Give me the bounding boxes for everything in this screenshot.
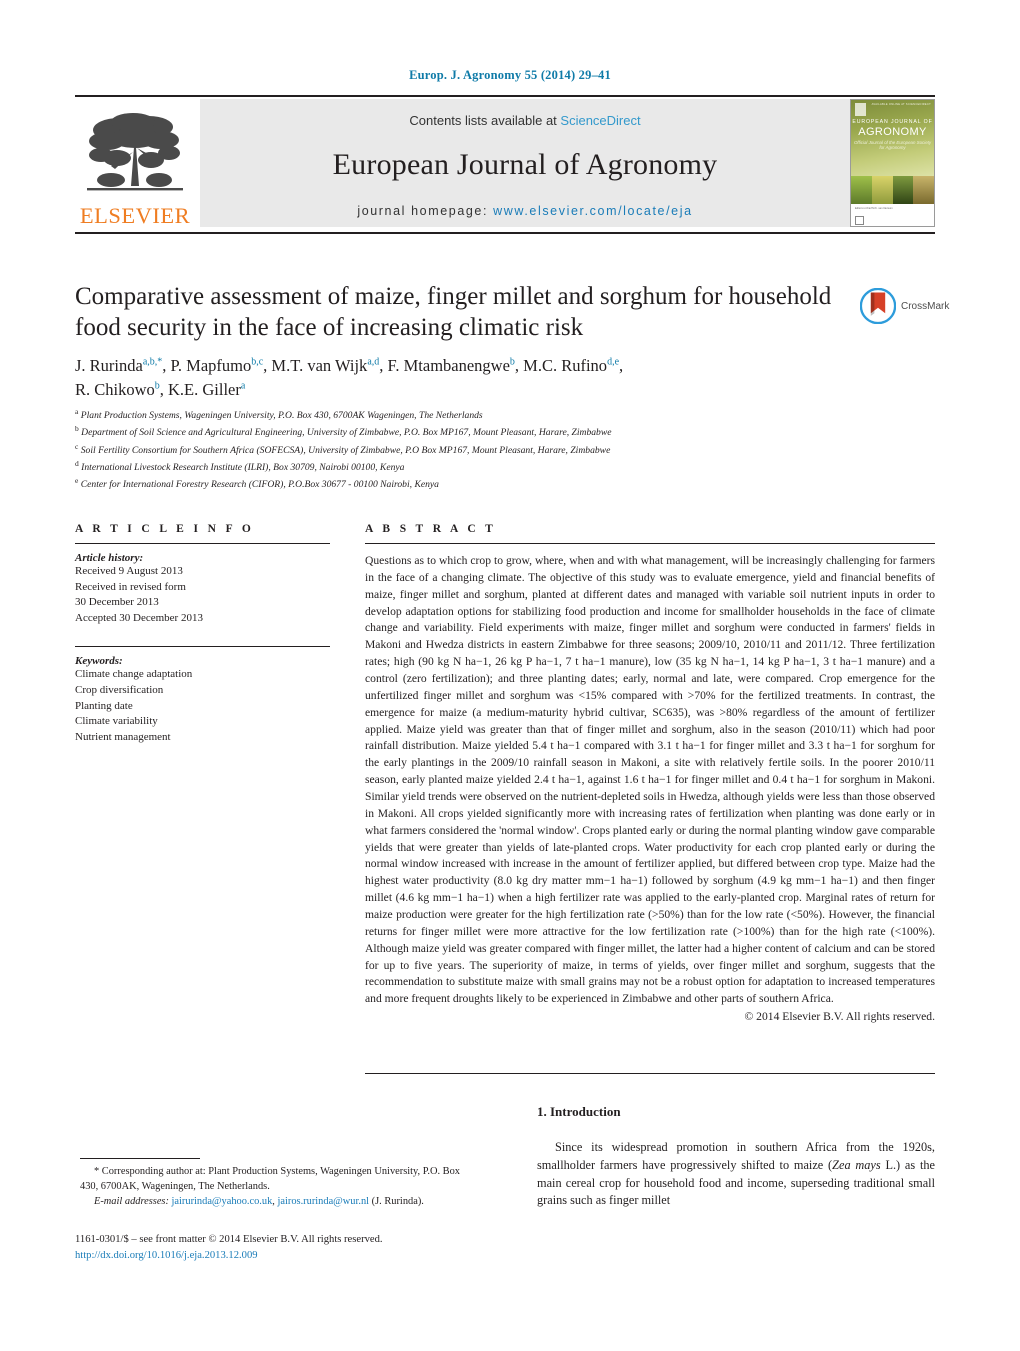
author-7-marks: a [240, 380, 246, 392]
cover-photo-4 [913, 176, 934, 204]
abstract-rule [365, 543, 935, 544]
cover-elsevier-icon [855, 103, 866, 116]
author-5: M.C. Rufinod,e [523, 356, 620, 375]
author-2: P. Mapfumob,c [170, 356, 264, 375]
introduction-heading: 1. Introduction [537, 1104, 621, 1119]
paper-page: Europ. J. Agronomy 55 (2014) 29–41 ELSEV… [0, 0, 1020, 1351]
crossmark-icon [860, 288, 896, 324]
abstract-copyright: © 2014 Elsevier B.V. All rights reserved… [744, 1010, 935, 1024]
history-item-3: 30 December 2013 [75, 596, 159, 609]
email-line: E-mail addresses: jairurinda@yahoo.co.uk… [94, 1195, 424, 1207]
page-title: Comparative assessment of maize, finger … [75, 283, 832, 342]
affiliation-list: a Plant Production Systems, Wageningen U… [75, 406, 935, 493]
keyword-3: Planting date [75, 699, 133, 712]
article-info-column: A R T I C L E I N F O Article history: R… [75, 523, 330, 745]
cover-photo-1 [851, 176, 872, 204]
corresponding-author-text: * Corresponding author at: Plant Product… [80, 1166, 460, 1192]
author-1-marks: a,b,* [142, 356, 163, 368]
history-item-2: Received in revised form [75, 580, 186, 593]
cover-photo-strip [851, 176, 934, 204]
article-history-label: Article history: [75, 552, 144, 564]
affiliation-b: b Department of Soil Science and Agricul… [75, 424, 612, 439]
author-1: J. Rurindaa,b,* [75, 356, 163, 375]
cover-bottom: Editor-in-Chief M.K. van Ittersum [851, 204, 934, 226]
history-item-1: Received 9 August 2013 [75, 565, 183, 577]
author-2-marks: b,c [251, 356, 264, 368]
article-info-heading: A R T I C L E I N F O [75, 523, 255, 535]
cover-photo-2 [871, 176, 893, 204]
email-link-1[interactable]: jairurinda@yahoo.co.uk [172, 1196, 273, 1207]
author-7: K.E. Gillera [168, 379, 246, 399]
keyword-5: Nutrient management [75, 730, 171, 743]
abstract-text: Questions as to which crop to grow, wher… [365, 554, 935, 1006]
cover-top: AVAILABLE ONLINE AT SCIENCEDIRECT EUROPE… [851, 100, 934, 176]
masthead-top-rule [75, 95, 935, 97]
masthead-bottom-rule [75, 232, 935, 234]
running-head: Europ. J. Agronomy 55 (2014) 29–41 [409, 68, 611, 82]
author-5-marks: d,e [607, 356, 620, 368]
footnote-rule [80, 1158, 200, 1159]
keyword-2: Crop diversification [75, 684, 164, 697]
crossmark-badge[interactable]: CrossMark [860, 284, 960, 328]
doi-link[interactable]: http://dx.doi.org/10.1016/j.eja.2013.12.… [75, 1248, 545, 1264]
journal-cover-thumbnail[interactable]: AVAILABLE ONLINE AT SCIENCEDIRECT EUROPE… [850, 99, 935, 227]
affiliation-d: d International Livestock Research Insti… [75, 459, 405, 474]
article-info-rule [75, 543, 330, 544]
cover-bottom-note: Editor-in-Chief M.K. van Ittersum [855, 207, 893, 210]
crossmark-label: CrossMark [901, 300, 950, 312]
author-6: R. Chikowob [75, 379, 160, 399]
imprint-line: 1161-0301/$ – see front matter © 2014 El… [75, 1234, 383, 1245]
keyword-4: Climate variability [75, 715, 158, 728]
cover-line2: AGRONOMY [858, 126, 927, 138]
author-3-marks: a,d [367, 356, 380, 368]
sciencedirect-link[interactable]: ScienceDirect [560, 113, 640, 128]
elsevier-tree-icon [87, 112, 183, 190]
abstract-column: A B S T R A C T Questions as to which cr… [365, 523, 935, 1023]
affiliation-e: e Center for International Forestry Rese… [75, 476, 439, 491]
author-4-marks: b [509, 356, 515, 368]
cover-top-note: AVAILABLE ONLINE AT SCIENCEDIRECT [871, 103, 931, 106]
journal-title: European Journal of Agronomy [332, 148, 718, 181]
affiliation-a: a Plant Production Systems, Wageningen U… [75, 407, 483, 422]
cover-publisher-icon [855, 216, 864, 225]
contents-available-line: Contents lists available at ScienceDirec… [409, 113, 640, 128]
cover-line3: Official Journal of the European Society… [853, 140, 932, 150]
email-suffix: (J. Rurinda). [371, 1195, 424, 1207]
keyword-1: Climate change adaptation [75, 668, 193, 681]
intro-species-name: Zea mays [832, 1157, 881, 1172]
author-list: J. Rurindaa,b,*, P. Mapfumob,c, M.T. van… [75, 356, 624, 399]
journal-homepage-line: journal homepage: www.elsevier.com/locat… [357, 204, 692, 218]
affiliation-c: c Soil Fertility Consortium for Southern… [75, 441, 611, 456]
journal-masthead: ELSEVIER Contents lists available at Sci… [75, 99, 935, 227]
elsevier-logo: ELSEVIER [75, 99, 195, 227]
keywords-label: Keywords: [75, 655, 123, 668]
abstract-bottom-rule [365, 1073, 935, 1074]
journal-homepage-link[interactable]: www.elsevier.com/locate/eja [493, 204, 693, 218]
author-6-marks: b [154, 380, 160, 392]
contents-prefix: Contents lists available at [409, 113, 561, 128]
keywords-rule [75, 646, 330, 648]
imprint-block: 1161-0301/$ – see front matter © 2014 El… [75, 1232, 545, 1264]
author-3: M.T. van Wijka,d [271, 356, 380, 375]
abstract-heading: A B S T R A C T [365, 523, 497, 535]
masthead-band: Contents lists available at ScienceDirec… [200, 99, 850, 227]
homepage-prefix: journal homepage: [357, 204, 494, 218]
introduction-paragraph: Since its widespread promotion in southe… [537, 1139, 935, 1210]
email-label: E-mail addresses: [94, 1195, 169, 1207]
elsevier-wordmark: ELSEVIER [79, 202, 191, 228]
corresponding-author-footnote: * Corresponding author at: Plant Product… [80, 1165, 480, 1209]
cover-line1: EUROPEAN JOURNAL OF [852, 119, 933, 125]
cover-photo-3 [892, 176, 914, 204]
author-4: F. Mtambanengweb [387, 356, 515, 375]
history-item-4: Accepted 30 December 2013 [75, 611, 203, 624]
email-link-2[interactable]: jairos.rurinda@wur.nl [278, 1196, 370, 1207]
